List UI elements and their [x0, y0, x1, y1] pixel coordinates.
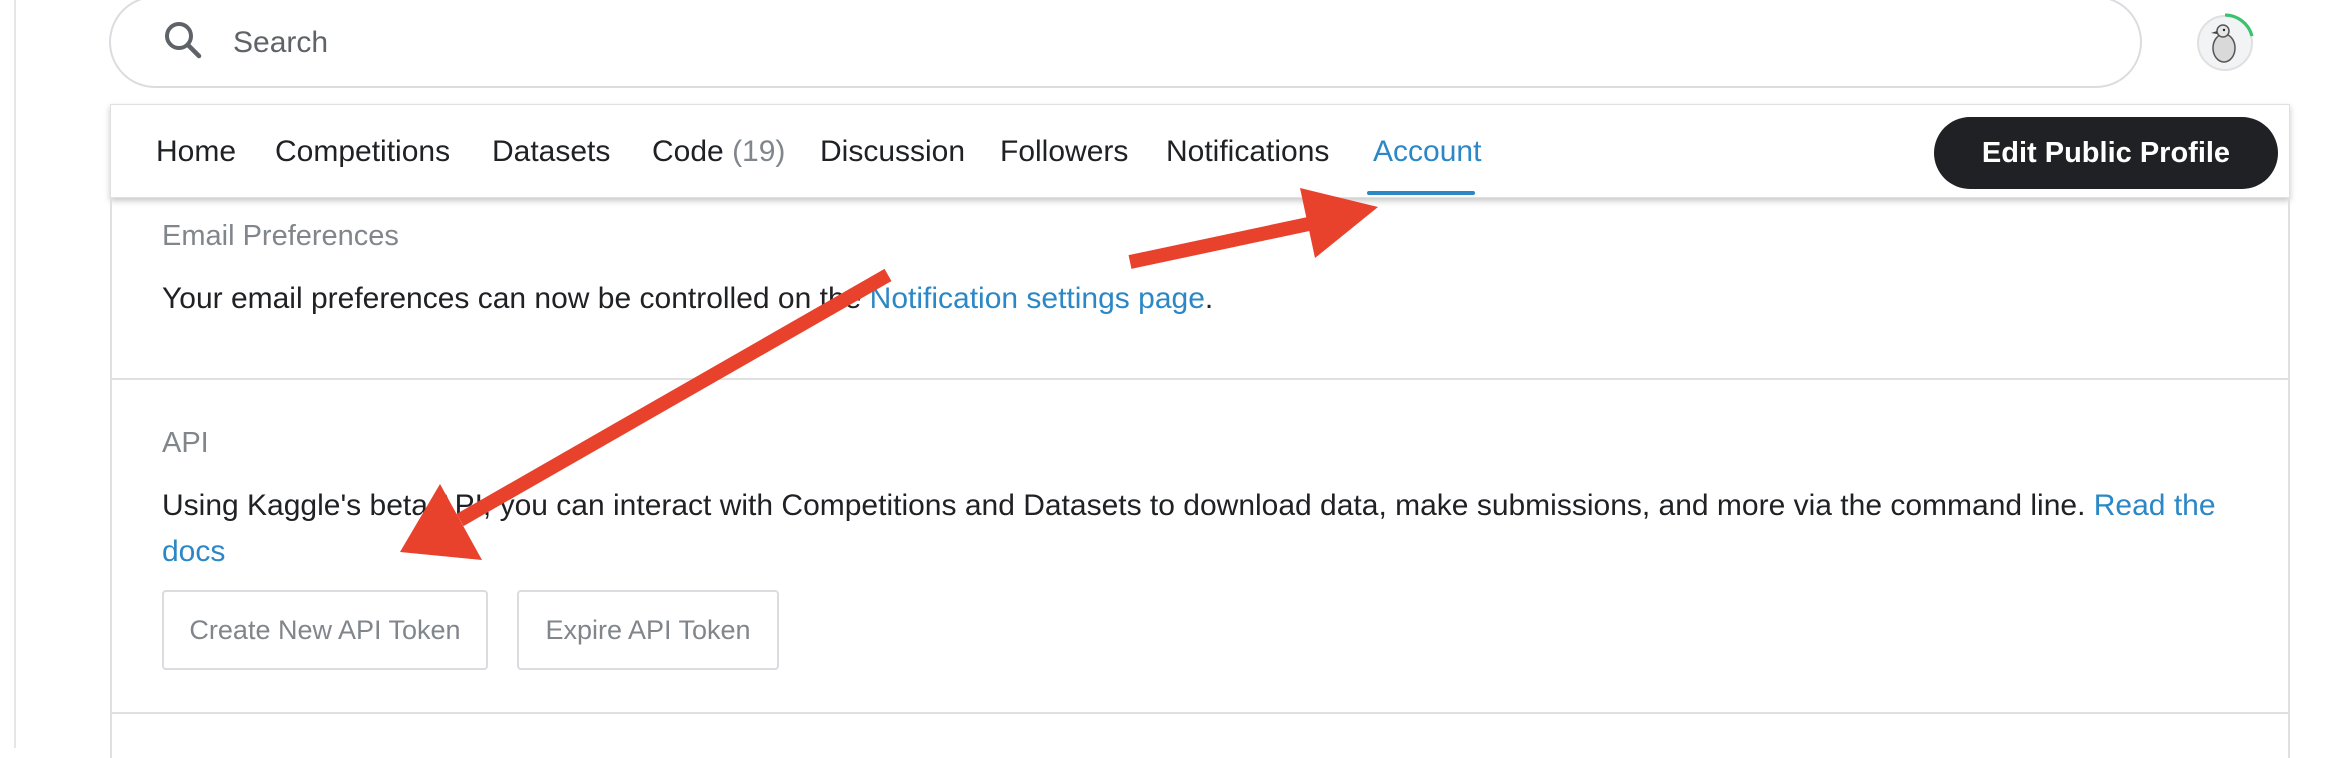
search-icon — [165, 22, 202, 59]
tab-code-count: (19) — [732, 135, 786, 168]
tab-home[interactable]: Home — [156, 135, 236, 169]
email-preferences-title: Email Preferences — [162, 220, 399, 252]
tab-account[interactable]: Account — [1373, 135, 1481, 169]
create-new-api-token-button[interactable]: Create New API Token — [162, 590, 488, 670]
edit-public-profile-button[interactable]: Edit Public Profile — [1934, 117, 2278, 189]
tab-discussion[interactable]: Discussion — [820, 135, 965, 169]
tab-competitions[interactable]: Competitions — [275, 135, 450, 169]
email-preferences-suffix: . — [1204, 282, 1214, 315]
active-tab-indicator — [1367, 191, 1475, 195]
tab-code-label: Code — [652, 135, 724, 168]
tab-datasets[interactable]: Datasets — [492, 135, 610, 169]
profile-tabs-bar: Home Competitions Datasets Code (19) Dis… — [110, 104, 2290, 198]
api-title: API — [162, 427, 209, 459]
api-description-body: Using Kaggle's beta API, you can interac… — [162, 489, 2094, 522]
tab-code[interactable]: Code (19) — [652, 135, 785, 169]
api-description: Using Kaggle's beta API, you can interac… — [162, 483, 2272, 575]
search-bar[interactable] — [109, 0, 2142, 88]
notification-settings-link[interactable]: Notification settings page — [870, 282, 1205, 315]
expire-api-token-button[interactable]: Expire API Token — [517, 590, 779, 670]
tab-followers[interactable]: Followers — [1000, 135, 1128, 169]
email-preferences-body: Your email preferences can now be contro… — [162, 282, 870, 315]
section-divider-bottom — [112, 712, 2288, 714]
goose-avatar-icon[interactable] — [2194, 12, 2256, 74]
search-input[interactable] — [231, 18, 2035, 68]
page-left-border — [14, 0, 16, 748]
tab-notifications[interactable]: Notifications — [1166, 135, 1329, 169]
email-preferences-text: Your email preferences can now be contro… — [162, 276, 1213, 322]
account-settings-panel: Email Preferences Your email preferences… — [110, 198, 2290, 758]
section-divider — [112, 378, 2288, 380]
